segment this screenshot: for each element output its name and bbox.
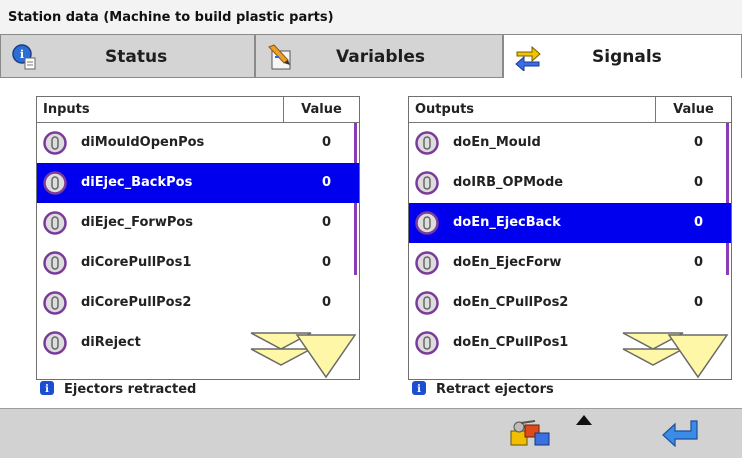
info-icon: i [412, 381, 426, 395]
inputs-header: Inputs Value [37, 97, 359, 123]
outputs-status-text: Retract ejectors [436, 382, 554, 397]
scroll-down-icon[interactable] [295, 334, 357, 379]
inputs-value-header-label: Value [301, 102, 342, 117]
tab-variables[interactable]: Variables [255, 34, 503, 78]
digital-input-icon [43, 251, 67, 275]
output-signal-value: 0 [693, 255, 703, 270]
inputs-value-column-header: Value [283, 97, 359, 123]
info-icon: i [40, 381, 54, 395]
digital-input-icon [43, 131, 67, 155]
signals-arrows-icon [515, 45, 541, 71]
svg-text:i: i [45, 384, 49, 395]
outputs-list: doEn_Mould 0 doIRB_OPMode 0 doEn_EjecBac… [409, 123, 731, 379]
tab-signals[interactable]: Signals [503, 34, 742, 78]
output-signal-name: doEn_CPullPos1 [453, 335, 569, 350]
outputs-header-label: Outputs [415, 102, 475, 117]
input-signal-value: 0 [321, 175, 331, 190]
input-signal-name: diEjec_BackPos [81, 175, 193, 190]
input-signal-value: 0 [321, 135, 331, 150]
robot-cell-icon[interactable] [507, 417, 553, 451]
digital-output-icon [415, 331, 439, 355]
input-signal-row[interactable]: diEjec_BackPos 0 [37, 163, 359, 203]
digital-input-icon [43, 291, 67, 315]
tab-status[interactable]: i Status [0, 34, 255, 78]
input-signal-row[interactable]: diCorePullPos1 0 [37, 243, 359, 283]
output-signal-value: 0 [693, 135, 703, 150]
inputs-header-label: Inputs [43, 102, 90, 117]
output-signal-name: doEn_Mould [453, 135, 541, 150]
status-info-icon: i [12, 44, 36, 70]
output-signal-name: doIRB_OPMode [453, 175, 564, 190]
svg-text:i: i [20, 48, 24, 61]
tab-status-label: Status [105, 47, 168, 67]
outputs-header: Outputs Value [409, 97, 731, 123]
inputs-status-text: Ejectors retracted [64, 382, 197, 397]
inputs-status: i Ejectors retracted [36, 378, 336, 400]
outputs-value-column-header: Value [655, 97, 731, 123]
input-signal-name: diCorePullPos1 [81, 255, 192, 270]
output-signal-row[interactable]: doEn_EjecForw 0 [409, 243, 731, 283]
output-signal-row[interactable]: doEn_CPullPos2 0 [409, 283, 731, 323]
return-enter-icon[interactable] [661, 419, 699, 447]
digital-output-icon [415, 131, 439, 155]
digital-output-icon [415, 291, 439, 315]
expand-up-icon[interactable] [576, 415, 592, 425]
digital-output-icon [415, 211, 439, 235]
output-signal-row[interactable]: doEn_EjecBack 0 [409, 203, 731, 243]
window-titlebar: Station data (Machine to build plastic p… [0, 0, 742, 34]
variables-pencil-icon [268, 44, 291, 70]
digital-input-icon [43, 211, 67, 235]
digital-output-icon [415, 171, 439, 195]
inputs-panel: Inputs Value diMouldOpenPos 0 diEjec_Bac… [36, 96, 360, 380]
output-signal-name: doEn_CPullPos2 [453, 295, 569, 310]
input-signal-name: diCorePullPos2 [81, 295, 192, 310]
digital-input-icon [43, 331, 67, 355]
bottom-toolbar [0, 408, 742, 458]
window-title: Station data (Machine to build plastic p… [8, 10, 334, 25]
output-signal-name: doEn_EjecForw [453, 255, 562, 270]
tab-variables-label: Variables [336, 47, 426, 67]
inputs-scroll-buttons [250, 332, 357, 379]
outputs-value-header-label: Value [673, 102, 714, 117]
output-signal-value: 0 [693, 215, 703, 230]
digital-output-icon [415, 251, 439, 275]
input-signal-row[interactable]: diCorePullPos2 0 [37, 283, 359, 323]
svg-text:i: i [417, 384, 421, 395]
input-signal-value: 0 [321, 255, 331, 270]
output-signal-value: 0 [693, 175, 703, 190]
outputs-panel: Outputs Value doEn_Mould 0 doIRB_OPMode … [408, 96, 732, 380]
scroll-down-icon[interactable] [667, 334, 729, 379]
input-signal-value: 0 [321, 215, 331, 230]
tab-bar: i Status Variables Signals [0, 34, 742, 78]
output-signal-row[interactable]: doEn_Mould 0 [409, 123, 731, 163]
output-signal-value: 0 [693, 295, 703, 310]
input-signal-name: diEjec_ForwPos [81, 215, 194, 230]
input-signal-name: diReject [81, 335, 141, 350]
outputs-scroll-buttons [622, 332, 729, 379]
input-signal-name: diMouldOpenPos [81, 135, 205, 150]
inputs-list: diMouldOpenPos 0 diEjec_BackPos 0 diEjec… [37, 123, 359, 379]
outputs-status: i Retract ejectors [408, 378, 708, 400]
input-signal-row[interactable]: diEjec_ForwPos 0 [37, 203, 359, 243]
digital-input-icon [43, 171, 67, 195]
output-signal-name: doEn_EjecBack [453, 215, 561, 230]
input-signal-value: 0 [321, 295, 331, 310]
output-signal-row[interactable]: doIRB_OPMode 0 [409, 163, 731, 203]
tab-signals-label: Signals [592, 47, 662, 67]
input-signal-row[interactable]: diMouldOpenPos 0 [37, 123, 359, 163]
